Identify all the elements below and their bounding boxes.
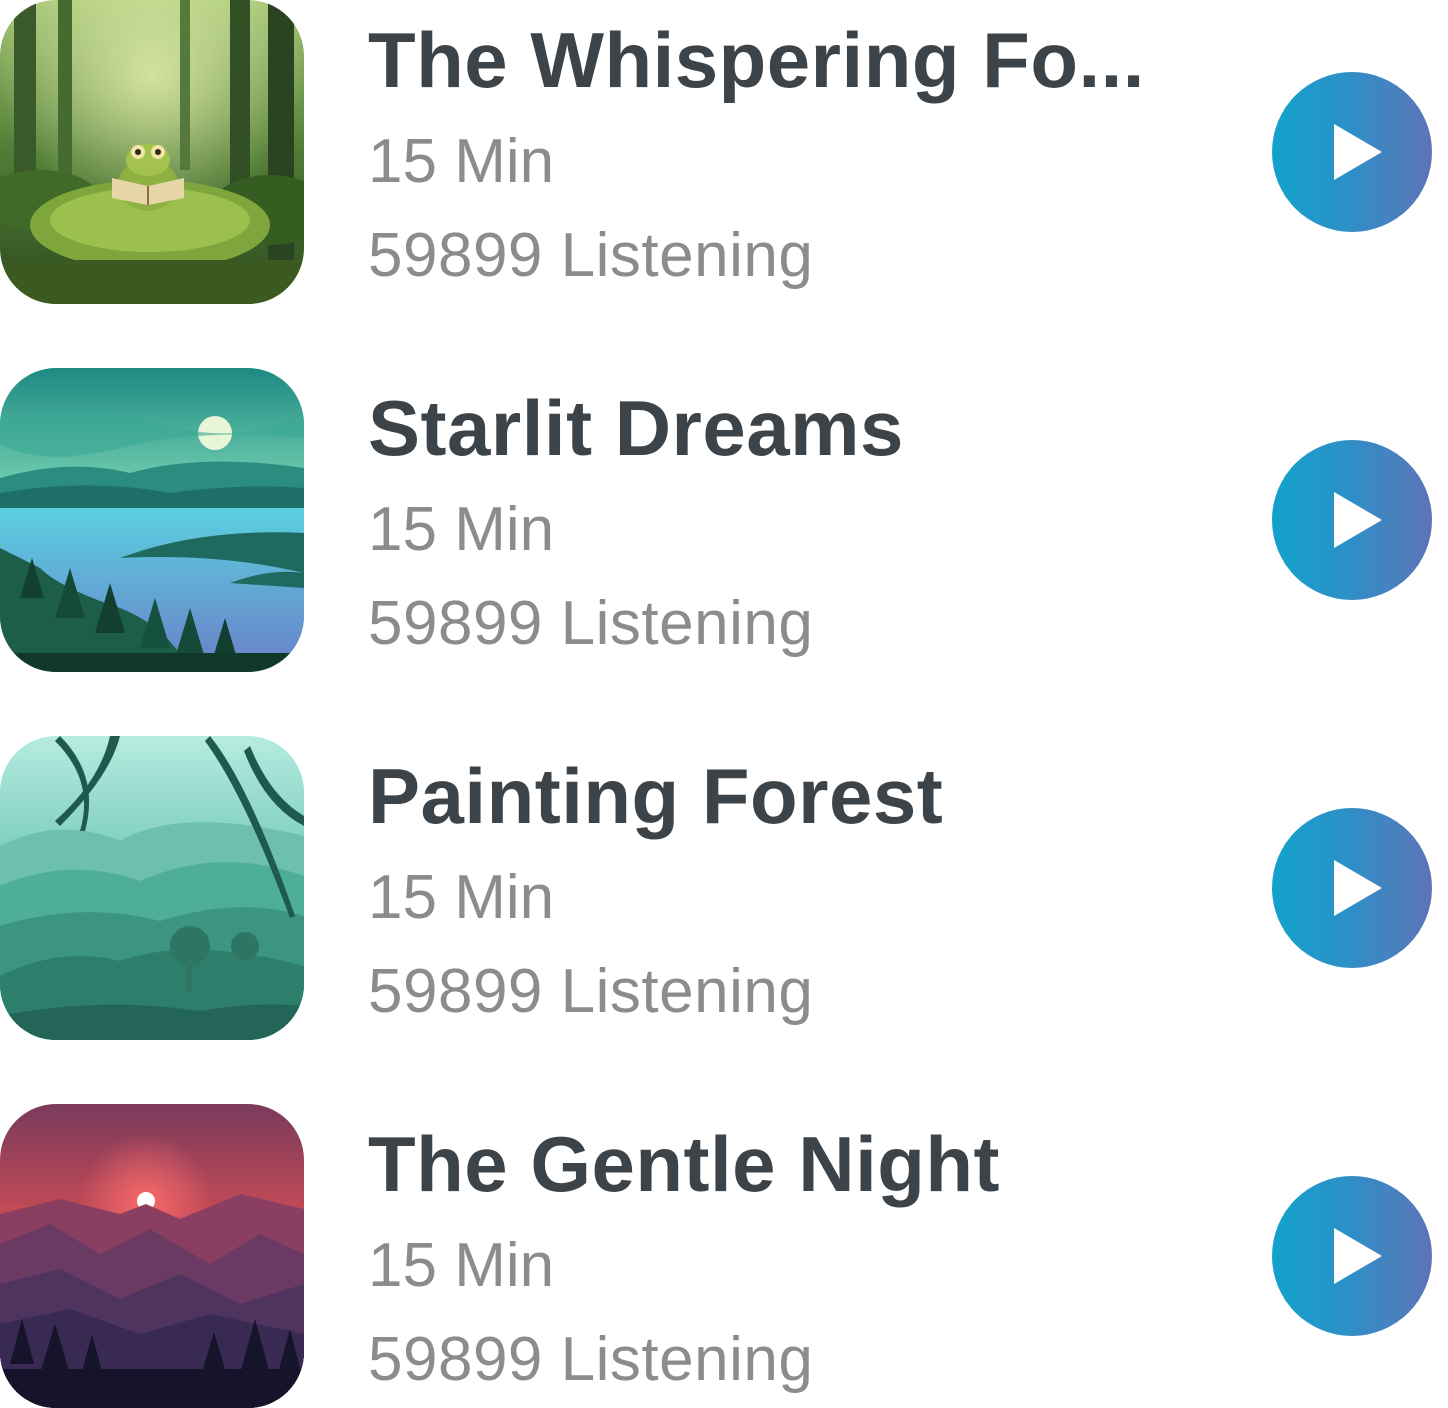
track-item[interactable]: The Gentle Night 15 Min 59899 Listening [0, 1104, 1448, 1408]
play-button[interactable] [1272, 1176, 1432, 1336]
track-title[interactable]: Starlit Dreams [368, 382, 1228, 474]
play-icon [1334, 1228, 1382, 1284]
track-title[interactable]: The Whispering Fo... [368, 14, 1228, 106]
track-artwork-whispering-forest[interactable] [0, 0, 304, 304]
play-button[interactable] [1272, 72, 1432, 232]
misty-jungle-artwork [0, 736, 304, 1040]
play-icon [1334, 860, 1382, 916]
track-title[interactable]: Painting Forest [368, 750, 1228, 842]
track-duration: 15 Min [368, 863, 555, 932]
track-duration: 15 Min [368, 495, 555, 564]
track-item[interactable]: The Whispering Fo... 15 Min 59899 Listen… [0, 0, 1448, 304]
track-artwork-starlit-dreams[interactable] [0, 368, 304, 672]
sunset-mountains-artwork [0, 1104, 304, 1408]
play-button[interactable] [1272, 440, 1432, 600]
moonlit-lake-artwork [0, 368, 304, 672]
track-item[interactable]: Painting Forest 15 Min 59899 Listening [0, 736, 1448, 1040]
frog-reading-forest-artwork [0, 0, 304, 304]
play-icon [1334, 492, 1382, 548]
track-list: The Whispering Fo... 15 Min 59899 Listen… [0, 0, 1448, 1408]
track-item[interactable]: Starlit Dreams 15 Min 59899 Listening [0, 368, 1448, 672]
play-button[interactable] [1272, 808, 1432, 968]
track-title[interactable]: The Gentle Night [368, 1118, 1228, 1210]
track-listener-count: 59899 Listening [368, 221, 814, 290]
track-artwork-gentle-night[interactable] [0, 1104, 304, 1408]
track-listener-count: 59899 Listening [368, 1325, 814, 1394]
track-duration: 15 Min [368, 127, 555, 196]
track-listener-count: 59899 Listening [368, 589, 814, 658]
track-listener-count: 59899 Listening [368, 957, 814, 1026]
track-duration: 15 Min [368, 1231, 555, 1300]
track-artwork-painting-forest[interactable] [0, 736, 304, 1040]
play-icon [1334, 124, 1382, 180]
